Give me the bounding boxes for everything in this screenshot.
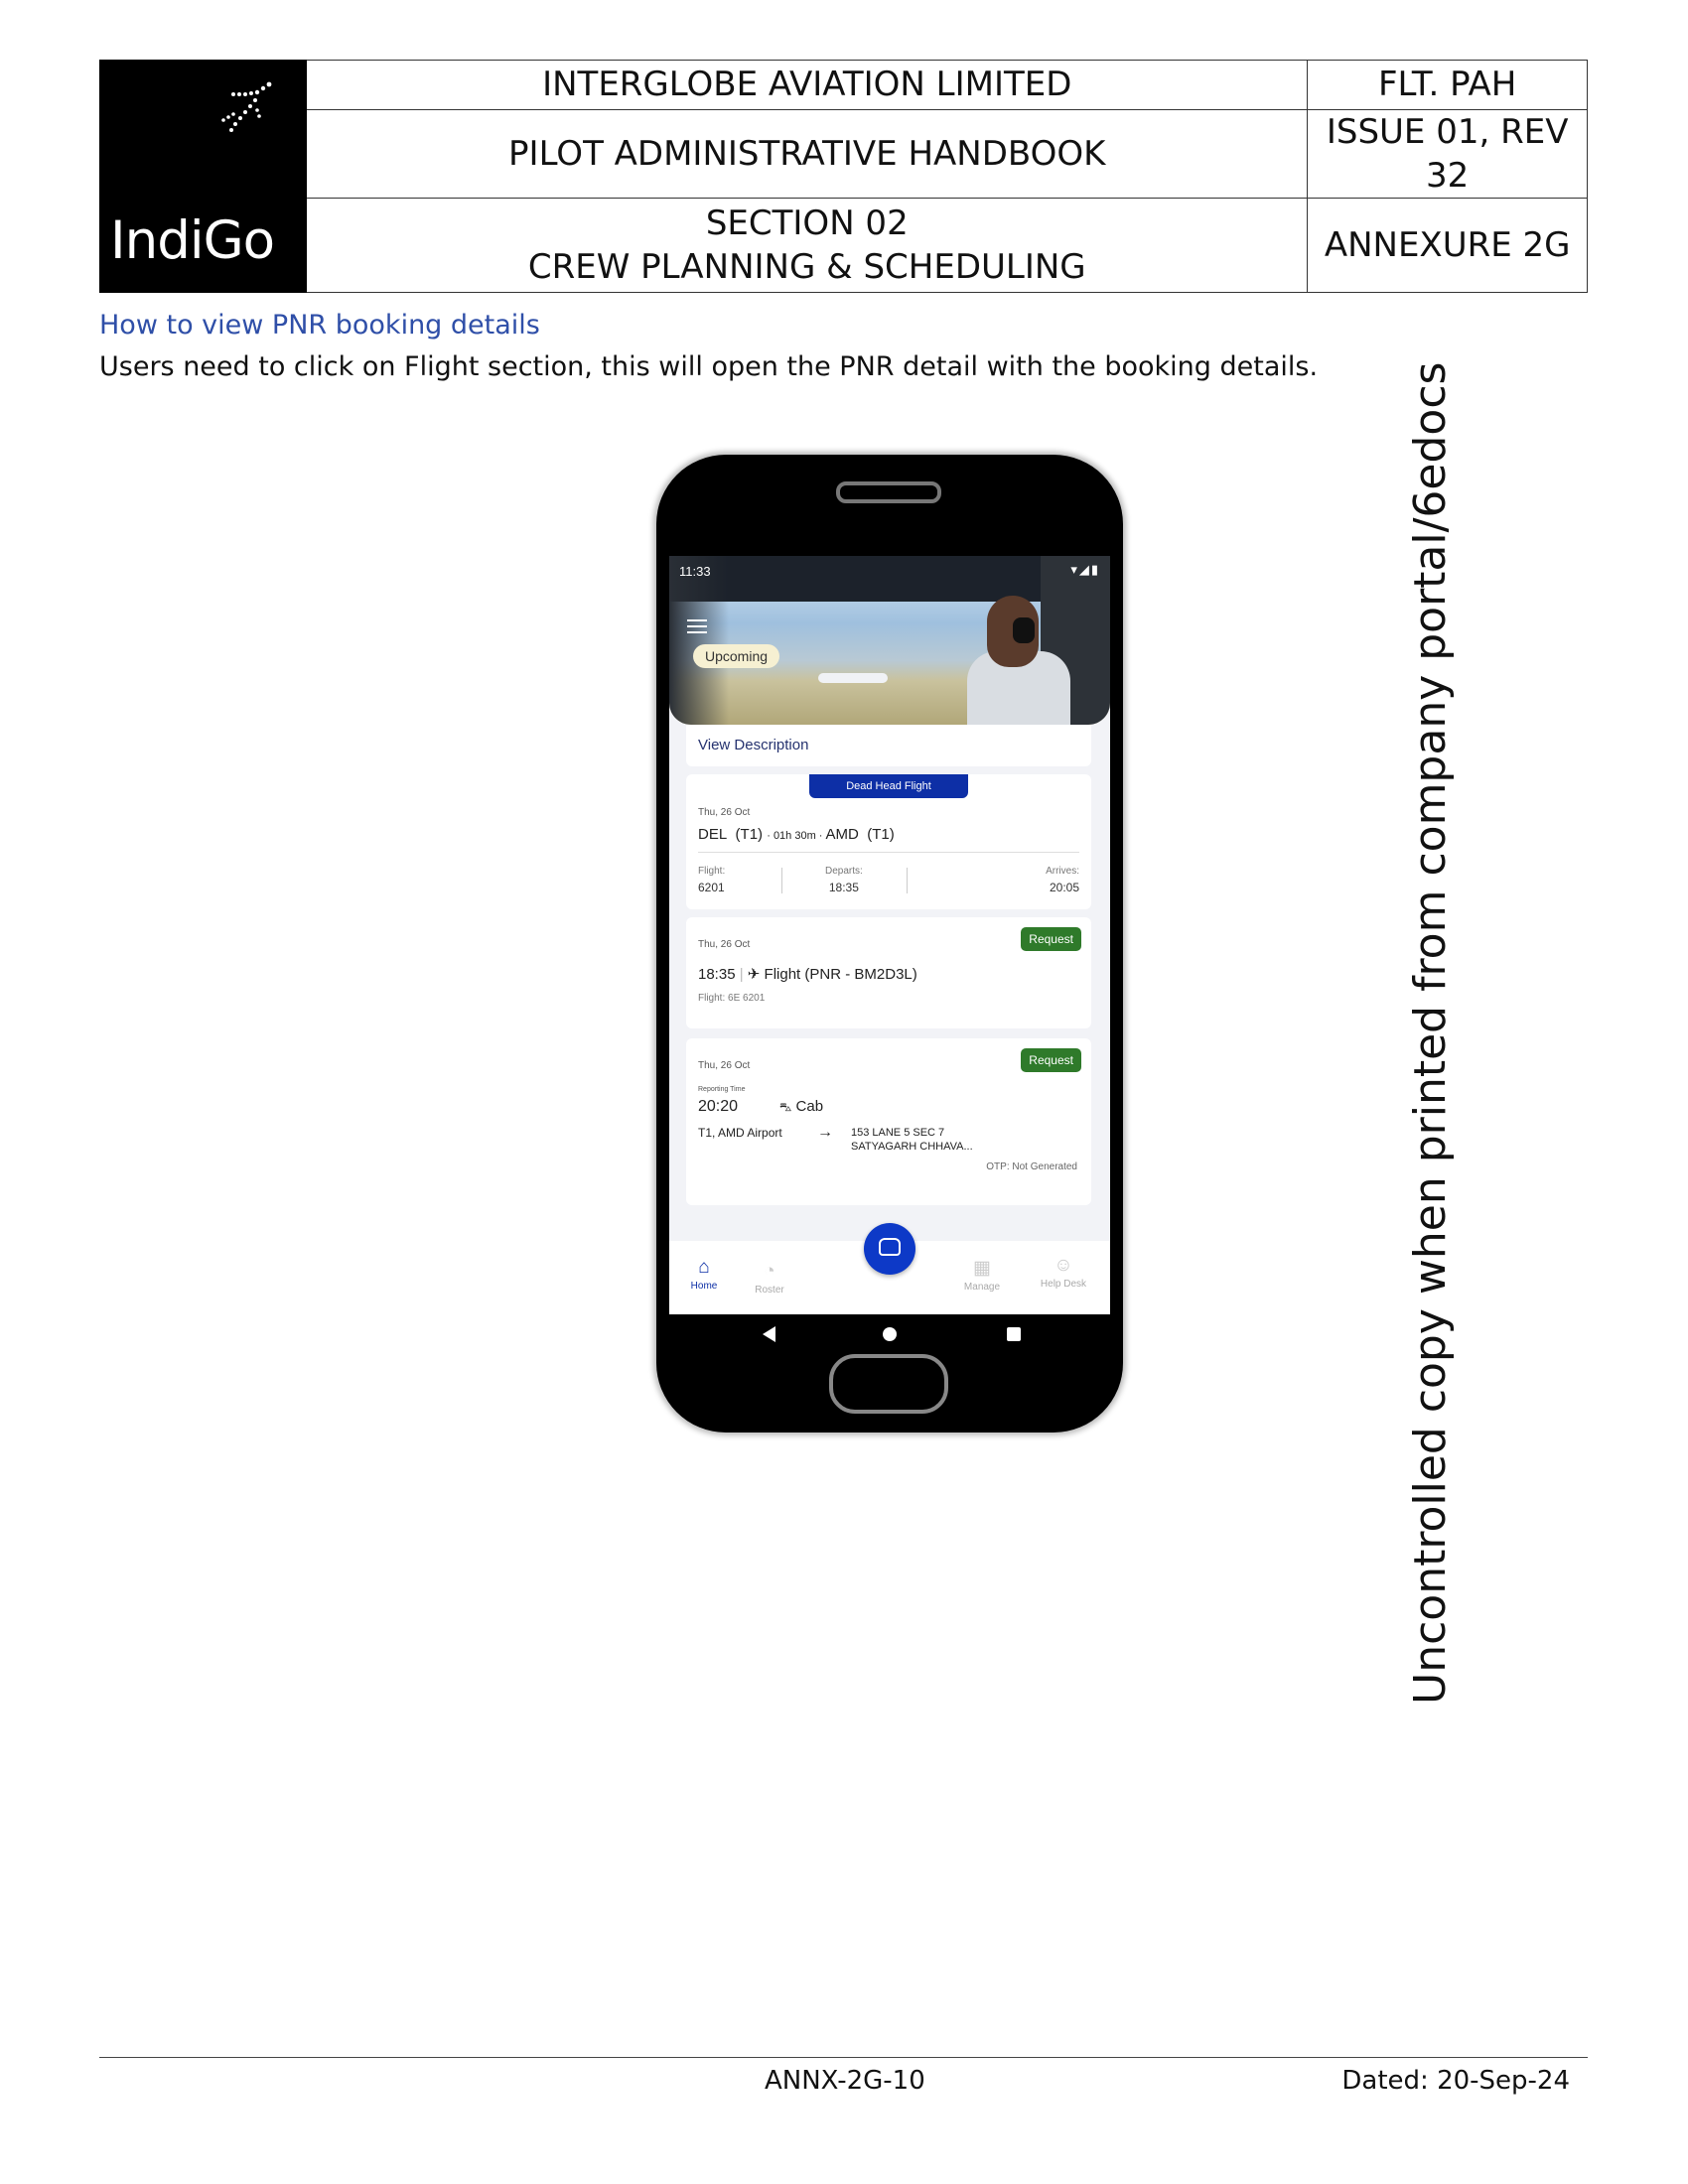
flight-pnr-card[interactable]: Thu, 26 Oct Request 18:35 | ✈ Flight (PN… xyxy=(686,917,1091,1028)
flight-number-sub: Flight: 6E 6201 xyxy=(698,993,766,1004)
android-nav-bar xyxy=(669,1314,1110,1354)
home-icon: ⌂ xyxy=(698,1257,710,1278)
cab-mode: ⛍ Cab xyxy=(779,1098,824,1115)
bottom-nav: ⌂ Home ◔ Roster ▦ Manage ☺ Help Desk xyxy=(669,1223,1110,1314)
deadhead-flight-card[interactable]: Dead Head Flight Thu, 26 Oct DEL (T1) · … xyxy=(686,774,1091,909)
departs-time: 18:35 xyxy=(828,881,859,894)
otp-status: OTP: Not Generated xyxy=(986,1161,1077,1172)
section-title: SECTION 02 CREW PLANNING & SCHEDULING xyxy=(306,198,1309,294)
flight-time: 18:35 xyxy=(698,966,736,983)
deadhead-badge: Dead Head Flight xyxy=(809,774,968,798)
upcoming-tag: Upcoming xyxy=(693,644,780,668)
cab-request-button[interactable]: Request xyxy=(1021,1048,1081,1072)
recents-icon[interactable] xyxy=(1007,1327,1021,1341)
view-description-link[interactable]: View Description xyxy=(686,725,1091,766)
arrives-time: 20:05 xyxy=(1049,881,1079,894)
flight-date: Thu, 26 Oct xyxy=(698,939,751,950)
view-description-label: View Description xyxy=(698,737,809,753)
home-circle-icon[interactable] xyxy=(883,1327,897,1341)
aircraft-image xyxy=(818,673,888,683)
doc-code: FLT. PAH xyxy=(1307,60,1588,110)
phone-mockup: 11:33 ▾◢▮ Upcoming View Description Dead… xyxy=(656,455,1123,1433)
flight-duration: 01h 30m xyxy=(773,830,816,842)
uncontrolled-copy-watermark: Uncontrolled copy when printed from comp… xyxy=(1405,361,1456,1705)
divider xyxy=(698,852,1079,853)
calendar-icon: ▦ xyxy=(973,1258,991,1279)
flight-number-field: Flight: 6201 xyxy=(698,866,726,894)
flight-line: 18:35 | ✈ Flight (PNR - BM2D3L) xyxy=(698,966,917,983)
destination-code: AMD xyxy=(825,826,859,843)
car-icon: ⛍ xyxy=(779,1100,792,1114)
hamburger-menu-icon[interactable] xyxy=(687,619,707,637)
document-header: IndiGo INTERGLOBE AVIATION LIMITED FLT. … xyxy=(98,59,1588,294)
plane-dots-icon xyxy=(221,81,272,132)
nav-roster[interactable]: ◔ Roster xyxy=(735,1261,804,1296)
status-time: 11:33 xyxy=(679,564,711,579)
section-name: CREW PLANNING & SCHEDULING xyxy=(527,247,1086,288)
reporting-time-label: Reporting Time xyxy=(698,1086,746,1093)
nav-help-desk[interactable]: ☺ Help Desk xyxy=(1029,1255,1098,1290)
arrow-right-icon: → xyxy=(817,1124,833,1141)
bag-icon xyxy=(879,1238,901,1256)
center-action-button[interactable] xyxy=(864,1223,915,1275)
phone-home-button xyxy=(829,1354,948,1414)
flight-pnr-title: Flight (PNR - BM2D3L) xyxy=(764,966,917,983)
manual-title: PILOT ADMINISTRATIVE HANDBOOK xyxy=(306,108,1309,200)
indigo-logo: IndiGo xyxy=(98,59,308,294)
company-name: INTERGLOBE AVIATION LIMITED xyxy=(306,60,1309,110)
arrives-field: Arrives: 20:05 xyxy=(1046,866,1079,894)
section-number: SECTION 02 xyxy=(705,204,909,244)
issue-revision: ISSUE 01, REV 32 xyxy=(1307,108,1588,200)
nav-home[interactable]: ⌂ Home xyxy=(669,1257,739,1292)
pickup-location: T1, AMD Airport xyxy=(698,1126,782,1140)
phone-speaker xyxy=(836,481,941,503)
app-screen: 11:33 ▾◢▮ Upcoming View Description Dead… xyxy=(669,556,1110,1314)
deadhead-date: Thu, 26 Oct xyxy=(698,807,751,818)
status-icons: ▾◢▮ xyxy=(1070,562,1100,577)
hero-banner: 11:33 ▾◢▮ Upcoming xyxy=(669,556,1110,725)
logo-wordmark: IndiGo xyxy=(110,210,275,272)
deadhead-route: DEL (T1) · 01h 30m · AMD (T1) xyxy=(698,826,895,843)
clock-icon: ◔ xyxy=(764,1261,775,1282)
reporting-time: 20:20 xyxy=(698,1098,739,1115)
drop-location: 153 LANE 5 SEC 7 SATYAGARH CHHAVA... xyxy=(851,1127,973,1153)
nav-manage[interactable]: ▦ Manage xyxy=(947,1257,1017,1293)
document-date: Dated: 20-Sep-24 xyxy=(1341,2066,1570,2096)
instruction-text: Users need to click on Flight section, t… xyxy=(99,351,1319,382)
request-button[interactable]: Request xyxy=(1021,927,1081,951)
airplane-icon: ✈ xyxy=(747,966,761,983)
annexure-label: ANNEXURE 2G xyxy=(1307,198,1588,294)
back-icon[interactable] xyxy=(763,1326,775,1342)
cab-date: Thu, 26 Oct xyxy=(698,1060,751,1071)
support-icon: ☺ xyxy=(1054,1255,1073,1276)
cab-card[interactable]: Thu, 26 Oct Request Reporting Time 20:20… xyxy=(686,1038,1091,1205)
destination-terminal: (T1) xyxy=(867,826,895,843)
origin-code: DEL xyxy=(698,826,728,843)
departs-field: Departs: 18:35 xyxy=(825,866,863,894)
section-subheading: How to view PNR booking details xyxy=(99,310,540,341)
flight-number: 6201 xyxy=(698,881,725,894)
origin-terminal: (T1) xyxy=(735,826,764,843)
page-reference: ANNX-2G-10 xyxy=(765,2066,925,2096)
footer-rule xyxy=(99,2057,1588,2058)
